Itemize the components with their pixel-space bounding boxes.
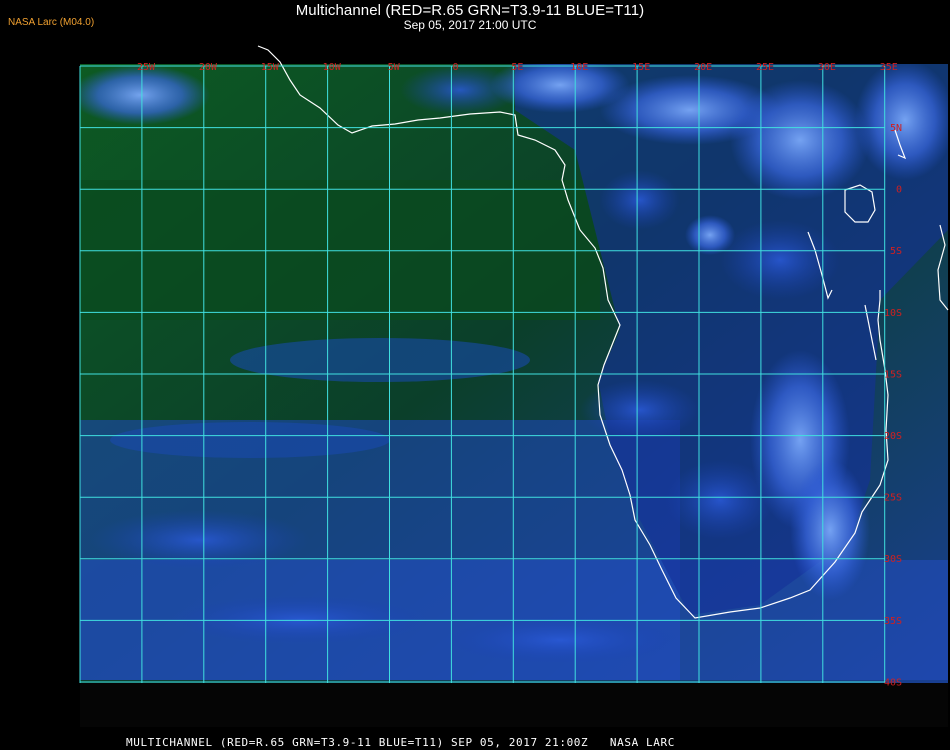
longitude-label: 35E — [880, 62, 898, 73]
longitude-label: 25E — [756, 62, 774, 73]
latitude-label: 20S — [884, 431, 902, 442]
imagery-layer — [80, 64, 948, 726]
map-bottom-band — [80, 683, 948, 727]
latitude-label: 5S — [890, 246, 902, 257]
longitude-label: 20E — [694, 62, 712, 73]
longitude-label: 10E — [570, 62, 588, 73]
longitude-label: 10W — [323, 62, 342, 73]
longitude-label: 0 — [452, 62, 458, 73]
latitude-label: 10S — [884, 308, 902, 319]
longitude-label: 5E — [511, 62, 523, 73]
longitude-label: 15W — [261, 62, 280, 73]
latitude-label: 0 — [896, 185, 902, 196]
satellite-map: 25W 20W 15W 10W 5W 0 5E 10E 15E 20E 25E 30E 35E 5N 0 5… — [79, 45, 949, 727]
footer-caption: MULTICHANNEL (RED=R.65 GRN=T3.9-11 BLUE=… — [126, 736, 675, 749]
longitude-label: 30E — [818, 62, 836, 73]
longitude-label: 5W — [388, 62, 401, 73]
longitude-label: 15E — [632, 62, 650, 73]
longitude-label: 25W — [137, 62, 156, 73]
latitude-label: 5N — [890, 123, 902, 134]
latitude-label: 15S — [884, 369, 902, 380]
latitude-label: 35S — [884, 616, 902, 627]
longitude-label: 20W — [199, 62, 218, 73]
latitude-label: 30S — [884, 554, 902, 565]
latitude-label: 40S — [884, 677, 902, 688]
latitude-label: 25S — [884, 493, 902, 504]
